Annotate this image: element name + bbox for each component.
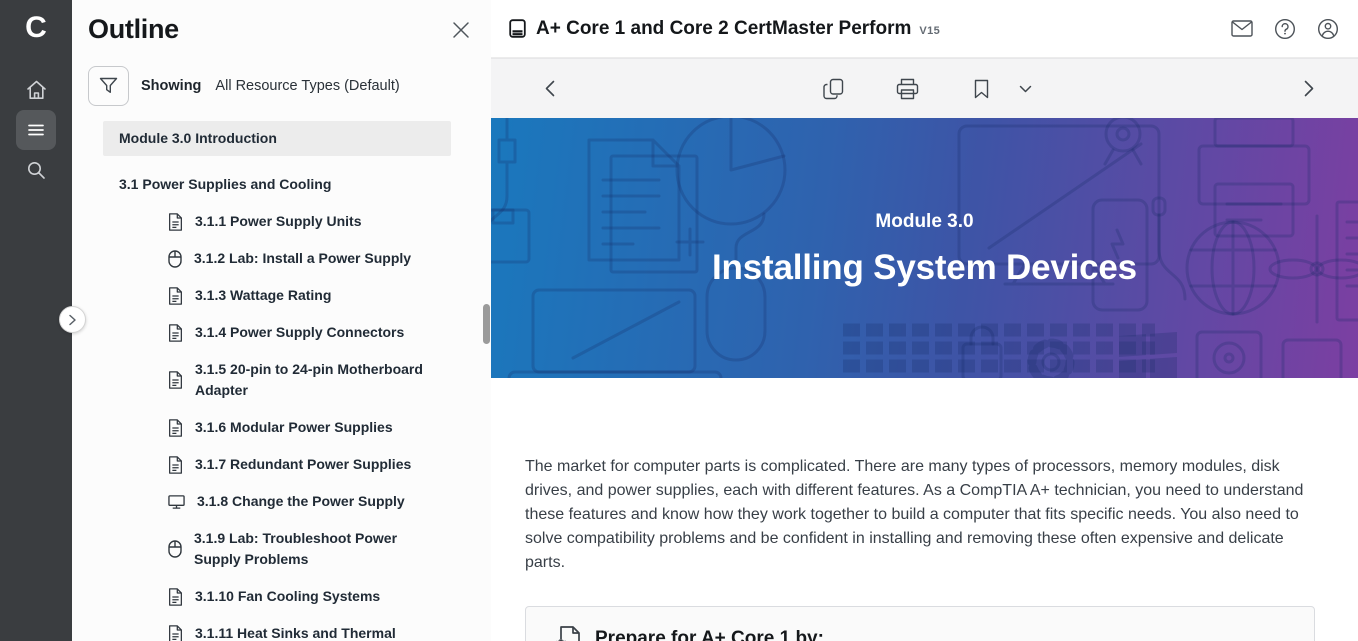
outline-item[interactable]: 3.1.5 20-pin to 24-pin Motherboard Adapt… <box>103 351 451 409</box>
outline-item[interactable]: 3.1.3 Wattage Rating <box>103 277 451 314</box>
outline-list: Module 3.0 Introduction 3.1 Power Suppli… <box>103 121 451 641</box>
document-icon <box>168 324 183 342</box>
outline-item-label: Module 3.0 Introduction <box>119 130 277 146</box>
outline-panel-title: Outline <box>88 14 179 45</box>
reader-toolbar <box>491 58 1358 118</box>
intro-paragraph: The market for computer parts is complic… <box>525 455 1315 575</box>
help-icon[interactable] <box>1273 17 1297 41</box>
document-icon <box>168 287 183 305</box>
course-book-icon <box>508 19 527 38</box>
outline-item-label: 3.1.6 Modular Power Supplies <box>195 417 393 438</box>
prepare-card: Prepare for A+ Core 1 by: <box>525 606 1315 641</box>
bookmark-icon[interactable] <box>969 76 995 102</box>
document-icon <box>168 456 183 474</box>
filter-showing-label: Showing <box>141 78 201 94</box>
outline-item-label: 3.1.8 Change the Power Supply <box>197 491 405 512</box>
outline-item[interactable]: 3.1.10 Fan Cooling Systems <box>103 578 451 615</box>
comptia-logo: C <box>0 0 72 56</box>
filter-value: All Resource Types (Default) <box>215 78 399 94</box>
outline-item-label: 3.1.5 20-pin to 24-pin Motherboard Adapt… <box>195 359 437 401</box>
document-icon <box>168 588 183 606</box>
lab-mouse-icon <box>168 540 182 558</box>
search-icon[interactable] <box>16 150 56 190</box>
close-icon[interactable] <box>451 20 471 40</box>
outline-item-label: 3.1.11 Heat Sinks and Thermal <box>195 623 396 641</box>
outline-item[interactable]: 3.1.8 Change the Power Supply <box>103 483 451 520</box>
outline-section-label: 3.1 Power Supplies and Cooling <box>119 176 331 192</box>
outline-item[interactable]: 3.1.1 Power Supply Units <box>103 203 451 240</box>
banner-module-title: Installing System Devices <box>712 248 1137 288</box>
course-version-badge: V15 <box>919 25 940 37</box>
outline-scrollbar-thumb[interactable] <box>483 304 490 344</box>
outline-menu-icon[interactable] <box>16 110 56 150</box>
bookmark-expand-chevron-icon[interactable] <box>1013 76 1039 102</box>
outline-item[interactable]: 3.1.6 Modular Power Supplies <box>103 409 451 446</box>
print-icon[interactable] <box>895 76 921 102</box>
outline-item[interactable]: 3.1.7 Redundant Power Supplies <box>103 446 451 483</box>
banner-module-label: Module 3.0 <box>875 211 973 233</box>
outline-item[interactable]: 3.1.2 Lab: Install a Power Supply <box>103 240 451 277</box>
home-icon[interactable] <box>16 70 56 110</box>
outline-item[interactable]: 3.1.9 Lab: Troubleshoot Power Supply Pro… <box>103 520 451 578</box>
copy-icon[interactable] <box>821 76 847 102</box>
document-gear-icon <box>554 624 580 641</box>
outline-item[interactable]: 3.1.4 Power Supply Connectors <box>103 314 451 351</box>
filter-funnel-icon[interactable] <box>88 66 129 106</box>
panel-expand-chevron-icon[interactable] <box>59 306 86 333</box>
document-icon <box>168 213 183 231</box>
module-hero-banner: Module 3.0 Installing System Devices <box>491 118 1358 378</box>
mail-icon[interactable] <box>1230 17 1254 41</box>
account-icon[interactable] <box>1316 17 1340 41</box>
lab-mouse-icon <box>168 250 182 268</box>
outline-item-label: 3.1.10 Fan Cooling Systems <box>195 586 380 607</box>
document-icon <box>168 625 183 641</box>
outline-item-current[interactable]: Module 3.0 Introduction <box>103 121 451 156</box>
outline-item-label: 3.1.4 Power Supply Connectors <box>195 322 404 343</box>
document-icon <box>168 419 183 437</box>
outline-section[interactable]: 3.1 Power Supplies and Cooling <box>103 165 451 203</box>
main-content-area: A+ Core 1 and Core 2 CertMaster Perform … <box>491 0 1358 641</box>
outline-item[interactable]: 3.1.11 Heat Sinks and Thermal <box>103 615 451 641</box>
outline-item-label: 3.1.2 Lab: Install a Power Supply <box>194 248 411 269</box>
outline-item-label: 3.1.9 Lab: Troubleshoot Power Supply Pro… <box>194 528 436 570</box>
outline-item-label: 3.1.3 Wattage Rating <box>195 285 331 306</box>
forward-chevron-icon[interactable] <box>1296 76 1322 102</box>
outline-panel: Outline Showing All Resource Types (Defa… <box>72 0 491 641</box>
course-title: A+ Core 1 and Core 2 CertMaster Perform <box>536 18 911 40</box>
document-icon <box>168 371 183 389</box>
outline-item-label: 3.1.7 Redundant Power Supplies <box>195 454 411 475</box>
prepare-heading: Prepare for A+ Core 1 by: <box>595 628 824 641</box>
simulation-monitor-icon <box>168 494 185 510</box>
course-header: A+ Core 1 and Core 2 CertMaster Perform … <box>491 0 1358 58</box>
outline-item-label: 3.1.1 Power Supply Units <box>195 211 362 232</box>
lesson-content: The market for computer parts is complic… <box>491 378 1358 641</box>
back-chevron-icon[interactable] <box>537 76 563 102</box>
